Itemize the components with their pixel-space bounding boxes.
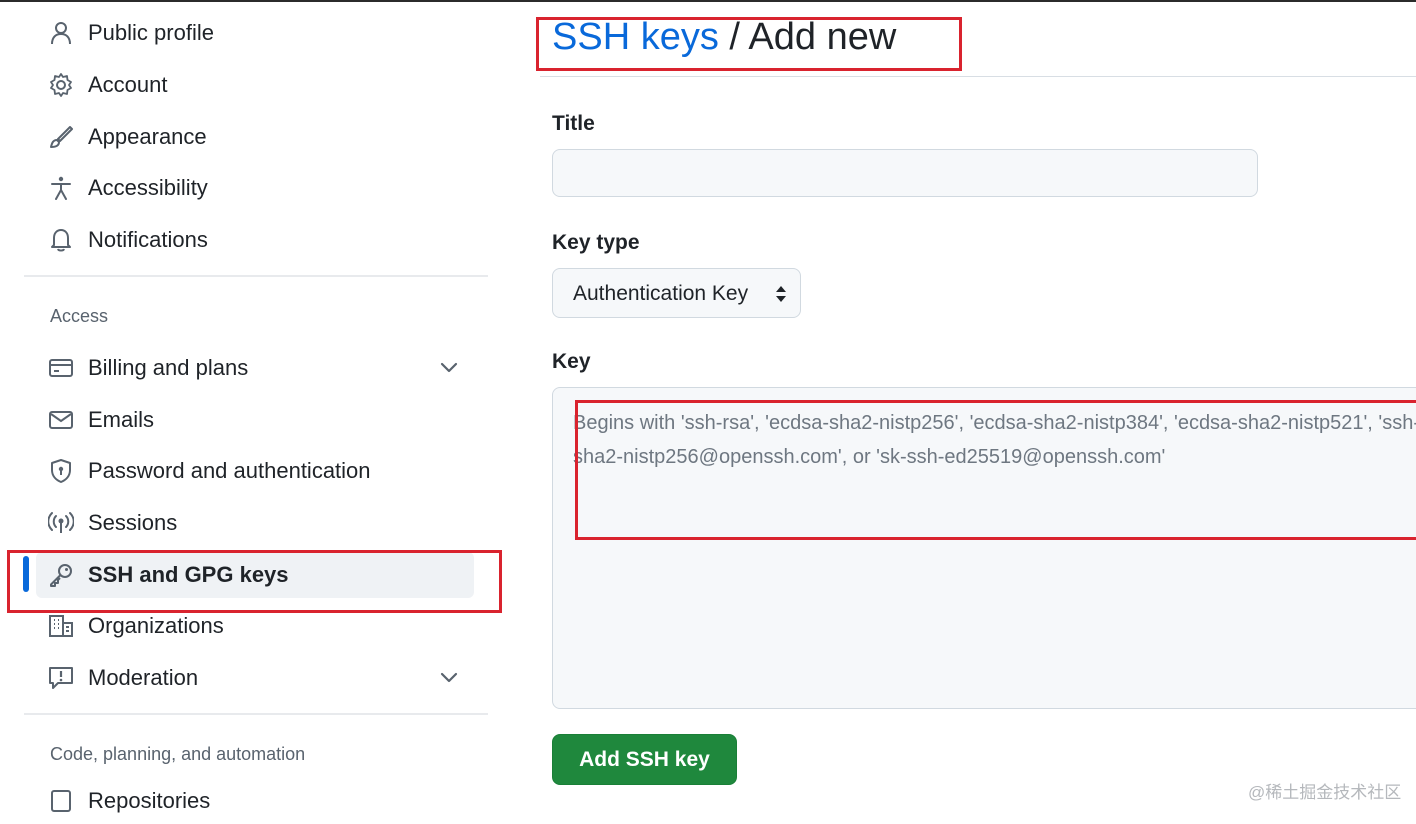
annotation-box-page-title <box>536 17 962 71</box>
key-label: Key <box>552 350 591 373</box>
broadcast-icon <box>48 511 74 535</box>
sidebar-item-label: Account <box>88 72 168 97</box>
sidebar-item-label: Sessions <box>88 510 178 535</box>
report-icon <box>48 666 74 690</box>
chevron-down-icon[interactable] <box>438 356 460 378</box>
sidebar-item-moderation[interactable]: Moderation <box>36 655 474 701</box>
sidebar-section-heading-access: Access <box>50 306 109 326</box>
person-icon <box>48 21 74 45</box>
shield-lock-icon <box>48 459 74 483</box>
title-label: Title <box>552 112 595 135</box>
select-arrows-icon <box>774 283 788 310</box>
sidebar-item-account[interactable]: Account <box>36 62 474 108</box>
add-ssh-key-button[interactable]: Add SSH key <box>552 734 737 785</box>
watermark: @稀土掘金技术社区 <box>1248 783 1402 802</box>
sidebar-item-label: Public profile <box>88 20 214 45</box>
annotation-box-ssh-gpg-keys <box>7 550 502 613</box>
sidebar-item-emails[interactable]: Emails <box>36 397 474 443</box>
accessibility-icon <box>48 176 74 200</box>
key-type-selected-value: Authentication Key <box>573 282 749 305</box>
sidebar-item-label: Moderation <box>88 665 199 690</box>
sidebar-item-label: Notifications <box>88 227 208 252</box>
organization-icon <box>48 614 74 638</box>
sidebar-item-label: Emails <box>88 407 155 432</box>
title-input[interactable] <box>552 149 1258 197</box>
chevron-down-icon[interactable] <box>438 666 460 688</box>
bell-icon <box>48 228 74 252</box>
sidebar-item-accessibility[interactable]: Accessibility <box>36 165 474 211</box>
sidebar-section-heading-code: Code, planning, and automation <box>50 744 306 764</box>
paintbrush-icon <box>48 125 74 149</box>
title-divider <box>540 76 1416 77</box>
sidebar-item-label: Appearance <box>88 124 207 149</box>
mail-icon <box>48 408 74 432</box>
sidebar-item-label: Repositories <box>88 788 211 813</box>
key-type-label: Key type <box>552 231 640 254</box>
key-type-select[interactable]: Authentication Key <box>552 268 801 318</box>
sidebar-item-sessions[interactable]: Sessions <box>36 500 474 546</box>
repo-icon <box>48 789 74 813</box>
sidebar-item-appearance[interactable]: Appearance <box>36 114 474 160</box>
sidebar-item-repositories[interactable]: Repositories <box>36 778 474 824</box>
sidebar-item-label: Organizations <box>88 613 224 638</box>
credit-card-icon <box>48 356 74 380</box>
annotation-box-key-field <box>575 400 1416 540</box>
sidebar-item-label: Accessibility <box>88 175 208 200</box>
settings-sidebar: Public profile Account Appearance Access… <box>0 0 500 813</box>
sidebar-item-notifications[interactable]: Notifications <box>36 217 474 263</box>
sidebar-divider <box>24 713 488 715</box>
sidebar-item-billing-and-plans[interactable]: Billing and plans <box>36 345 474 391</box>
sidebar-item-label: Billing and plans <box>88 355 249 380</box>
sidebar-divider <box>24 275 488 277</box>
sidebar-item-password-and-authentication[interactable]: Password and authentication <box>36 448 474 494</box>
sidebar-item-public-profile[interactable]: Public profile <box>36 10 474 56</box>
sidebar-item-label: Password and authentication <box>88 458 371 483</box>
gear-icon <box>48 73 74 97</box>
